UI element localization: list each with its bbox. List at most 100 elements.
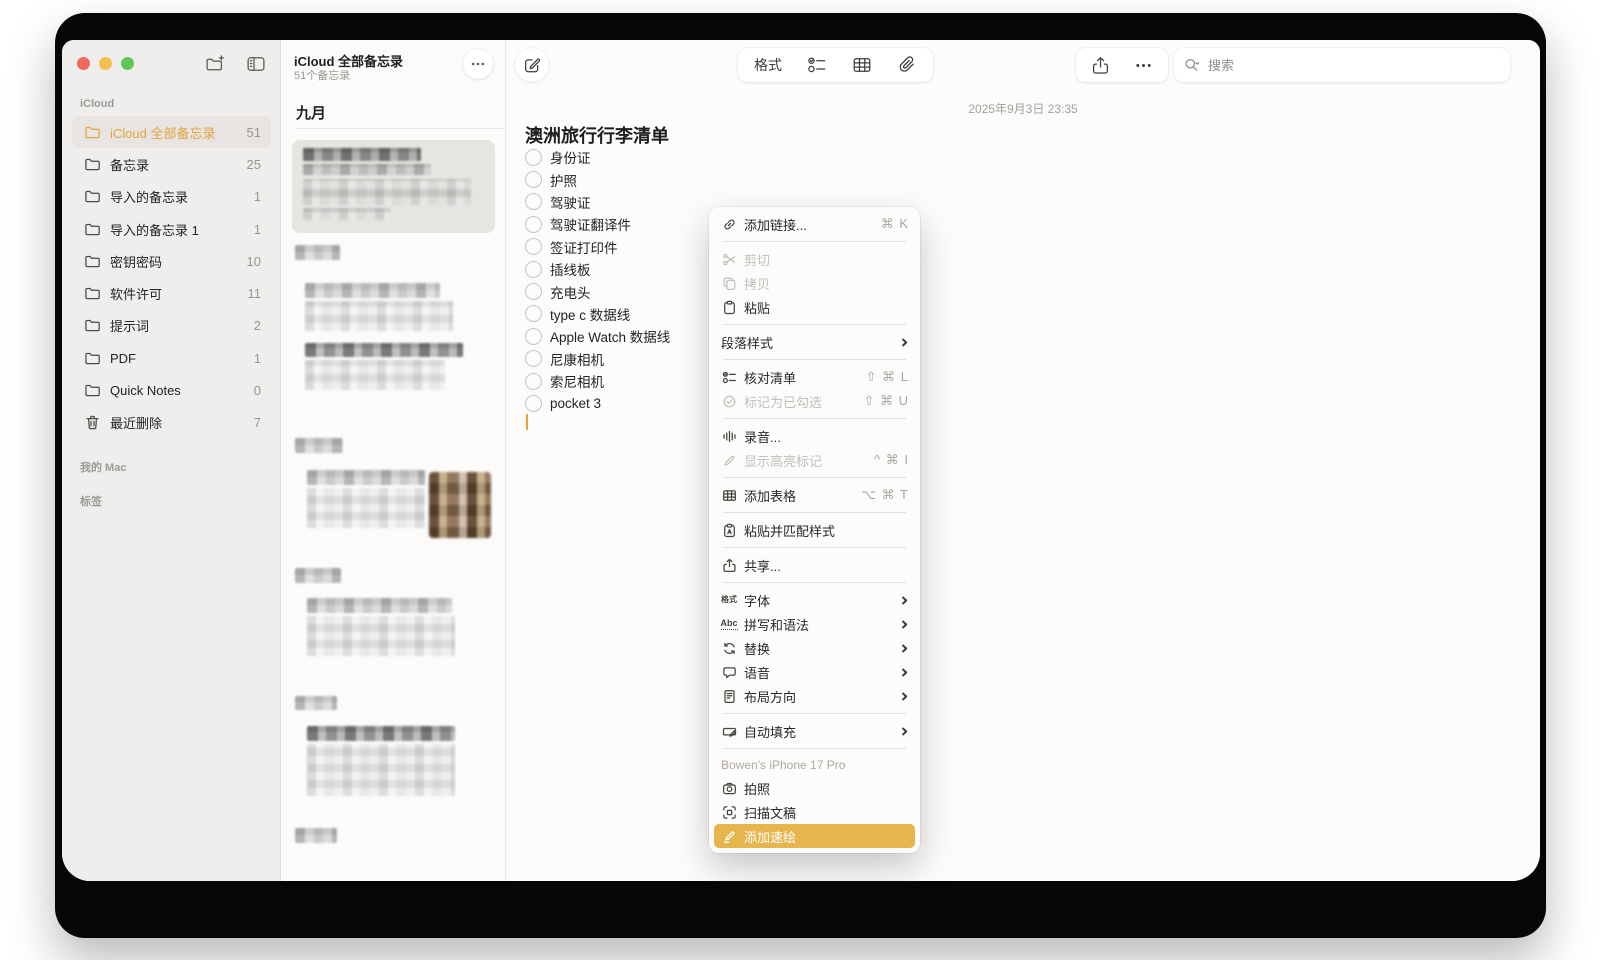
menu-item-add-table[interactable]: 添加表格⌥ ⌘ T [714, 483, 915, 507]
window-controls [77, 57, 134, 70]
menu-item-font[interactable]: 格式字体 [714, 588, 915, 612]
sidebar-item-label: 导入的备忘录 1 [110, 220, 245, 239]
menu-item-add-link[interactable]: 添加链接...⌘ K [714, 212, 915, 236]
abc-icon: Abc [721, 619, 738, 630]
menu-item-take-photo[interactable]: 拍照 [714, 776, 915, 800]
redacted-note-thumbnail [429, 472, 491, 538]
redacted-note-preview [307, 598, 452, 613]
menu-item-spelling-grammar[interactable]: Abc拼写和语法 [714, 612, 915, 636]
checkbox-circle[interactable] [525, 216, 542, 233]
sidebar-item-imported-notes-1[interactable]: 导入的备忘录 11 [72, 213, 271, 245]
menu-item-substitutions[interactable]: 替换 [714, 636, 915, 660]
menu-item-label: 标记为已勾选 [744, 392, 856, 411]
checkbox-circle[interactable] [525, 305, 542, 322]
sidebar-item-prompts[interactable]: 提示词2 [72, 310, 271, 342]
sidebar-item-notes[interactable]: 备忘录25 [72, 148, 271, 180]
menu-item-layout-direction[interactable]: 布局方向 [714, 684, 915, 708]
menu-item-paste-match-style[interactable]: 粘贴并匹配样式 [714, 518, 915, 542]
note-title: 澳洲旅行行李清单 [525, 122, 669, 148]
zoom-button[interactable] [121, 57, 134, 70]
checkbox-circle[interactable] [525, 328, 542, 345]
redacted-note-preview [307, 616, 455, 656]
checkbox-circle[interactable] [525, 373, 542, 390]
sketch-icon [721, 829, 737, 844]
menu-item-show-highlights[interactable]: 显示高亮标记^ ⌘ I [714, 448, 915, 472]
checklist-item: 签证打印件 [525, 236, 670, 258]
menu-item-label: 添加速绘 [744, 827, 909, 846]
search-input[interactable] [1208, 58, 1468, 73]
menu-item-label: 添加链接... [744, 215, 874, 234]
checklist-item: 护照 [525, 168, 670, 190]
format-text-icon: 格式 [721, 596, 737, 604]
menu-item-label: 粘贴 [744, 298, 909, 317]
notes-list-more-button[interactable] [463, 49, 493, 79]
sidebar-item-keys-passwords[interactable]: 密钥密码10 [72, 245, 271, 277]
minimize-button[interactable] [99, 57, 112, 70]
chevron-right-icon [900, 338, 909, 347]
folder-icon [84, 188, 101, 205]
new-folder-button[interactable] [205, 54, 225, 74]
sidebar-item-count: 51 [247, 125, 261, 140]
menu-item-copy[interactable]: 拷贝 [714, 271, 915, 295]
close-button[interactable] [77, 57, 90, 70]
checkbox-circle[interactable] [525, 283, 542, 300]
text-cursor [526, 414, 528, 430]
layout-icon [721, 689, 737, 704]
format-toolbar: 格式 [738, 48, 933, 82]
attachment-toolbar-button[interactable] [897, 55, 917, 75]
scan-icon [721, 805, 737, 820]
sidebar-item-software-licenses[interactable]: 软件许可11 [72, 277, 271, 309]
sidebar-item-all-icloud-notes[interactable]: iCloud 全部备忘录51 [72, 116, 271, 148]
checklist-item-label: 插线板 [550, 259, 591, 279]
copy-icon [721, 276, 737, 291]
checkbox-circle[interactable] [525, 261, 542, 278]
camera-icon [721, 781, 737, 796]
menu-item-autofill[interactable]: 自动填充 [714, 719, 915, 743]
new-note-button[interactable] [515, 48, 549, 82]
checklist-item: 驾驶证 [525, 191, 670, 213]
redacted-note-preview [295, 828, 337, 843]
menu-item-mark-checked[interactable]: 标记为已勾选⇧ ⌘ U [714, 389, 915, 413]
checkbox-circle[interactable] [525, 149, 542, 166]
share-icon [721, 558, 737, 573]
autofill-icon [721, 724, 737, 739]
checklist-item-label: 索尼相机 [550, 371, 604, 391]
sidebar-folder-list: iCloudiCloud 全部备忘录51备忘录25导入的备忘录1导入的备忘录 1… [62, 92, 280, 515]
check-circle-icon [721, 394, 737, 409]
checklist-item: 索尼相机 [525, 370, 670, 392]
menu-item-paragraph-style[interactable]: 段落样式 [714, 330, 915, 354]
menu-item-cut[interactable]: 剪切 [714, 247, 915, 271]
checkbox-circle[interactable] [525, 193, 542, 210]
table-toolbar-button[interactable] [852, 55, 872, 75]
menu-item-share[interactable]: 共享... [714, 553, 915, 577]
checkbox-circle[interactable] [525, 238, 542, 255]
toggle-sidebar-button[interactable] [246, 54, 266, 74]
menu-item-record-audio[interactable]: 录音... [714, 424, 915, 448]
menu-item-paste[interactable]: 粘贴 [714, 295, 915, 319]
menu-item-label: 扫描文稿 [744, 803, 909, 822]
checklist-toolbar-button[interactable] [807, 55, 827, 75]
trash-icon [84, 414, 101, 431]
more-button[interactable] [1134, 56, 1153, 75]
sidebar-item-label: 导入的备忘录 [110, 187, 245, 206]
sidebar-item-quick-notes[interactable]: Quick Notes0 [72, 374, 271, 406]
checkbox-circle[interactable] [525, 395, 542, 412]
format-button[interactable]: 格式 [754, 55, 782, 75]
checklist-item-label: 护照 [550, 170, 577, 190]
menu-item-scan-documents[interactable]: 扫描文稿 [714, 800, 915, 824]
sidebar-item-label: 软件许可 [110, 284, 239, 303]
checkbox-circle[interactable] [525, 350, 542, 367]
checkbox-circle[interactable] [525, 171, 542, 188]
redacted-note-preview [303, 208, 391, 220]
sidebar-item-imported-notes[interactable]: 导入的备忘录1 [72, 181, 271, 213]
sidebar-item-count: 2 [254, 318, 261, 333]
share-button[interactable] [1091, 56, 1110, 75]
sidebar-item-recently-deleted[interactable]: 最近删除7 [72, 407, 271, 439]
menu-item-speech[interactable]: 语音 [714, 660, 915, 684]
menu-item-checklist[interactable]: 核对清单⇧ ⌘ L [714, 365, 915, 389]
sidebar-item-pdf[interactable]: PDF1 [72, 342, 271, 374]
search-field[interactable] [1174, 48, 1510, 82]
menu-item-label: 共享... [744, 556, 909, 575]
sidebar-item-count: 0 [254, 383, 261, 398]
menu-item-add-sketch[interactable]: 添加速绘 [714, 824, 915, 848]
